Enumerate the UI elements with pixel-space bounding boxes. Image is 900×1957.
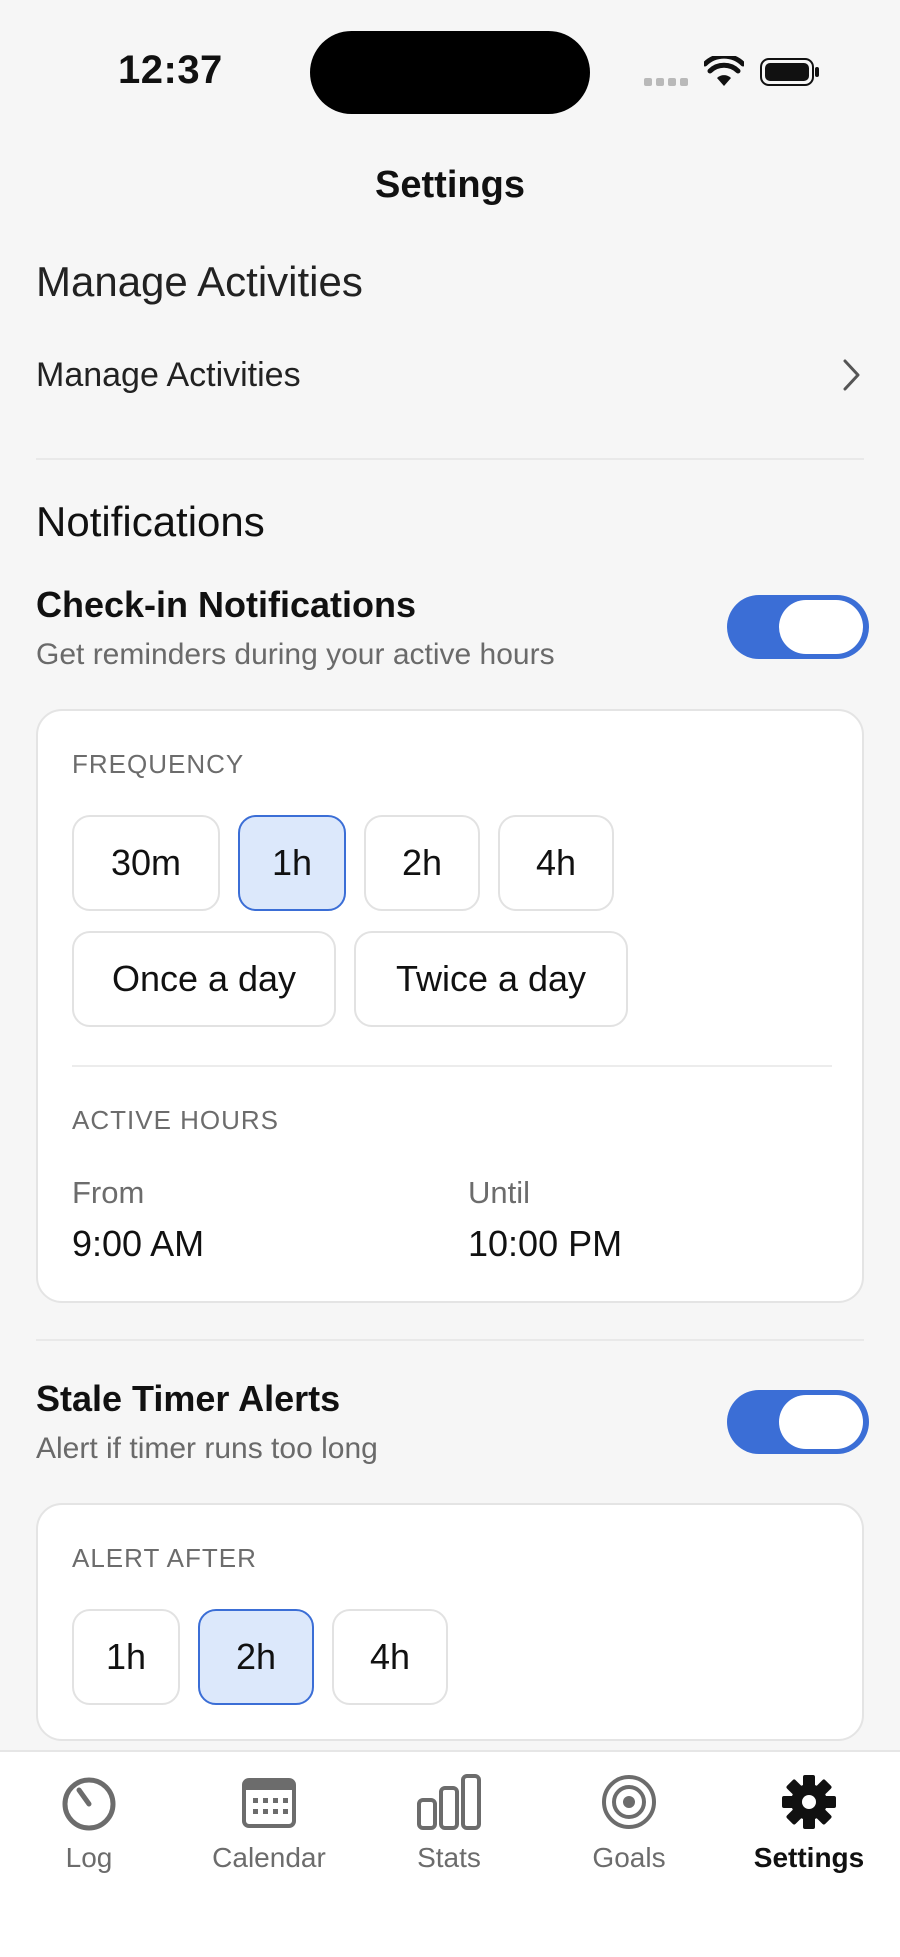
- alert-after-caption: ALERT AFTER: [72, 1543, 257, 1573]
- stale-timer-alerts-toggle[interactable]: [727, 1390, 869, 1454]
- cellular-signal-icon: [644, 78, 688, 86]
- checkin-notifications-toggle[interactable]: [727, 595, 869, 659]
- active-hours-caption: ACTIVE HOURS: [72, 1105, 280, 1135]
- frequency-caption: FREQUENCY: [72, 749, 245, 779]
- tab-bar: Log Calendar Stats Goals Settings: [0, 1750, 900, 1957]
- checkin-notifications-title: Check-in Notifications: [36, 584, 417, 625]
- alert-after-option-1h[interactable]: 1h: [72, 1609, 180, 1705]
- page-title: Settings: [375, 164, 525, 206]
- card-divider: [72, 1065, 832, 1067]
- until-time-picker[interactable]: 10:00 PM: [468, 1223, 622, 1265]
- tab-calendar[interactable]: Calendar: [194, 1772, 344, 1874]
- frequency-option-30m[interactable]: 30m: [72, 815, 220, 911]
- frequency-option-4h[interactable]: 4h: [498, 815, 614, 911]
- tab-label: Stats: [417, 1842, 481, 1873]
- toggle-knob: [779, 600, 863, 654]
- timer-icon: [62, 1777, 116, 1831]
- wifi-icon: [704, 56, 744, 86]
- alert-after-card: ALERT AFTER 1h 2h 4h: [36, 1503, 864, 1741]
- status-time: 12:37: [118, 48, 223, 92]
- tab-goals[interactable]: Goals: [554, 1772, 704, 1874]
- frequency-card: FREQUENCY 30m 1h 2h 4h Once a day Twice …: [36, 709, 864, 1303]
- manage-activities-row[interactable]: Manage Activities: [36, 340, 864, 410]
- tab-label: Goals: [592, 1842, 666, 1873]
- stale-timer-alerts-subtitle: Alert if timer runs too long: [36, 1432, 378, 1465]
- tab-settings[interactable]: Settings: [734, 1772, 884, 1874]
- frequency-option-twice-a-day[interactable]: Twice a day: [354, 931, 628, 1027]
- until-label: Until: [468, 1175, 531, 1210]
- stale-timer-alerts-title: Stale Timer Alerts: [36, 1378, 341, 1419]
- frequency-option-1h[interactable]: 1h: [238, 815, 346, 911]
- chevron-right-icon: [843, 359, 860, 391]
- alert-after-option-2h[interactable]: 2h: [198, 1609, 314, 1705]
- tab-stats[interactable]: Stats: [374, 1772, 524, 1874]
- status-bar: 12:37: [0, 0, 900, 120]
- target-icon: [602, 1775, 656, 1829]
- tab-label: Log: [65, 1842, 113, 1873]
- section-divider: [36, 1339, 864, 1341]
- section-divider: [36, 458, 864, 460]
- dynamic-island: [310, 31, 590, 114]
- battery-icon: [760, 58, 819, 86]
- from-time-picker[interactable]: 9:00 AM: [72, 1223, 204, 1265]
- section-title-notifications: Notifications: [36, 498, 265, 545]
- tab-log[interactable]: Log: [14, 1772, 164, 1874]
- tab-label: Calendar: [212, 1842, 326, 1873]
- calendar-icon: [242, 1778, 296, 1828]
- bar-chart-icon: [417, 1774, 481, 1830]
- alert-after-option-4h[interactable]: 4h: [332, 1609, 448, 1705]
- toggle-knob: [779, 1395, 863, 1449]
- checkin-notifications-subtitle: Get reminders during your active hours: [36, 638, 555, 671]
- manage-activities-label: Manage Activities: [36, 355, 301, 394]
- frequency-option-once-a-day[interactable]: Once a day: [72, 931, 336, 1027]
- section-title-manage-activities: Manage Activities: [36, 258, 363, 305]
- gear-icon: [782, 1775, 836, 1829]
- tab-label: Settings: [753, 1842, 865, 1873]
- frequency-option-2h[interactable]: 2h: [364, 815, 480, 911]
- from-label: From: [72, 1175, 145, 1210]
